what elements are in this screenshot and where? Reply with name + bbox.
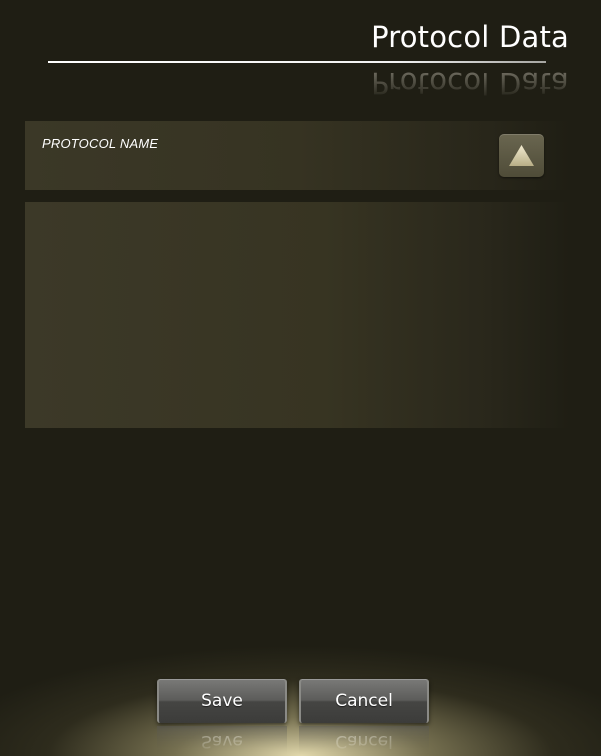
- cancel-button[interactable]: Cancel: [299, 679, 429, 723]
- protocol-data-area: [25, 202, 570, 428]
- save-button[interactable]: Save: [157, 679, 287, 723]
- page-title: Protocol Data: [371, 20, 569, 54]
- save-button-reflection: Save: [157, 726, 287, 756]
- protocol-name-label: PROTOCOL NAME: [42, 136, 159, 151]
- scroll-up-button[interactable]: [499, 134, 544, 177]
- title-underline: [48, 61, 546, 63]
- page-title-reflection: Protocol Data: [371, 66, 569, 100]
- up-triangle-icon: [509, 145, 534, 166]
- protocol-name-panel: PROTOCOL NAME: [25, 121, 570, 190]
- cancel-button-reflection: Cancel: [299, 726, 429, 756]
